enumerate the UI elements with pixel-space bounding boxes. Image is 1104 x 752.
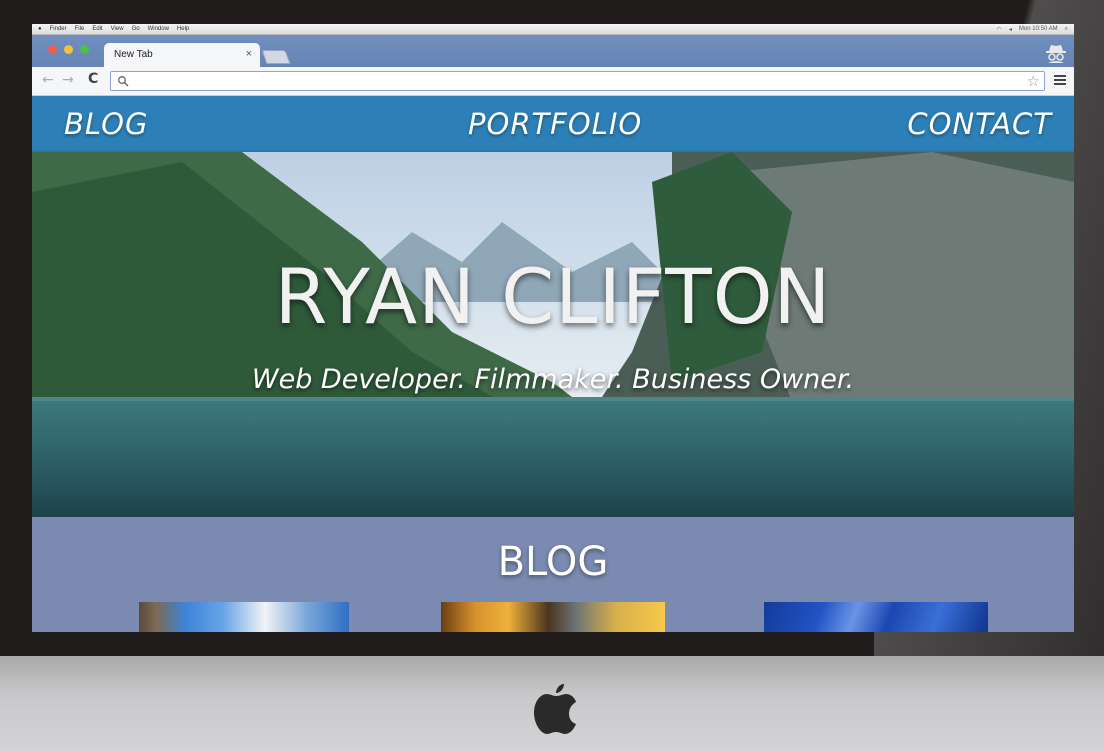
reload-icon[interactable]: C — [88, 71, 98, 87]
nav-link-portfolio[interactable]: PORTFOLIO — [468, 107, 642, 141]
tab-title: New Tab — [114, 49, 153, 60]
blog-post-thumbnail[interactable] — [764, 602, 988, 632]
apple-menu-icon[interactable]: ● — [38, 26, 42, 32]
nav-link-contact[interactable]: CONTACT — [907, 107, 1052, 141]
tab-close-icon[interactable]: × — [246, 48, 252, 60]
browser-toolbar: ← → C ☆ — [32, 67, 1074, 96]
new-tab-button[interactable] — [261, 50, 291, 64]
incognito-icon — [1046, 45, 1066, 63]
browser-tab-strip: New Tab × — [32, 35, 1074, 67]
wifi-icon[interactable]: ◠ — [997, 26, 1002, 33]
menu-finder[interactable]: Finder — [50, 26, 67, 32]
hero-banner: RYAN CLIFTON Web Developer. Filmmaker. B… — [32, 152, 1074, 517]
menu-go[interactable]: Go — [132, 26, 140, 32]
menu-view[interactable]: View — [111, 26, 124, 32]
blog-heading: BLOG — [497, 539, 609, 585]
chrome-menu-icon[interactable] — [1054, 74, 1066, 86]
search-icon — [118, 76, 129, 87]
menu-help[interactable]: Help — [177, 26, 189, 32]
hero-title: RYAN CLIFTON — [274, 252, 832, 341]
spotlight-icon[interactable]: ⌕ — [1065, 26, 1068, 33]
hero-subtitle: Web Developer. Filmmaker. Business Owner… — [251, 364, 855, 395]
os-menubar: ● Finder File Edit View Go Window Help ◠… — [32, 24, 1074, 35]
menu-edit[interactable]: Edit — [92, 26, 102, 32]
blog-post-thumbnail[interactable] — [441, 602, 665, 632]
menu-file[interactable]: File — [75, 26, 85, 32]
window-minimize-button[interactable] — [64, 45, 73, 54]
blog-post-thumbnail[interactable] — [139, 602, 349, 632]
menubar-clock[interactable]: Mon 10:50 AM — [1019, 26, 1058, 33]
address-bar[interactable]: ☆ — [110, 71, 1045, 91]
volume-icon[interactable]: ◂ — [1009, 26, 1012, 33]
blog-section: BLOG — [32, 517, 1074, 632]
screen: ● Finder File Edit View Go Window Help ◠… — [32, 24, 1074, 632]
menubar-status-area: ◠ ◂ Mon 10:50 AM ⌕ — [997, 26, 1068, 33]
bookmark-star-icon[interactable]: ☆ — [1027, 72, 1040, 90]
tab-new-tab[interactable]: New Tab × — [104, 43, 260, 67]
apple-icon — [534, 684, 576, 734]
address-input[interactable] — [131, 74, 1015, 90]
window-zoom-button[interactable] — [80, 45, 89, 54]
menu-window[interactable]: Window — [148, 26, 169, 32]
window-close-button[interactable] — [48, 45, 57, 54]
back-arrow-icon[interactable]: ← — [42, 72, 54, 88]
site-navigation: BLOG PORTFOLIO CONTACT — [32, 96, 1074, 152]
nav-link-blog[interactable]: BLOG — [64, 107, 148, 141]
forward-arrow-icon[interactable]: → — [62, 72, 74, 88]
